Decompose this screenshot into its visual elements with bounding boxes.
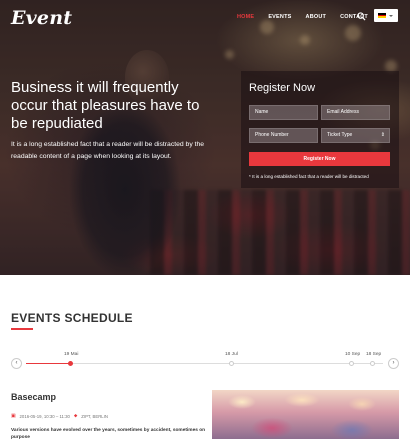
event-image[interactable]: [212, 390, 399, 439]
name-field[interactable]: Name: [249, 105, 318, 120]
calendar-icon: ▣: [11, 413, 16, 419]
timeline-label: 10 Sep: [345, 352, 361, 357]
register-note: * It is a long established fact that a r…: [249, 174, 369, 179]
register-title: Register Now: [249, 82, 316, 94]
title-underline: [11, 328, 33, 330]
timeline-dot[interactable]: [370, 361, 375, 366]
event-title[interactable]: Basecamp: [11, 392, 56, 402]
search-icon[interactable]: [357, 12, 366, 21]
event-location: ZIPT, BERLIN: [81, 413, 108, 419]
email-field[interactable]: Email Address: [321, 105, 390, 120]
timeline-label: 19 Mai: [64, 352, 79, 357]
timeline-progress: [26, 363, 71, 364]
phone-field[interactable]: Phone Number: [249, 128, 318, 143]
nav-home[interactable]: HOME: [237, 14, 254, 20]
event-datetime: 2016-05-19, 10:30 – 11:30: [19, 413, 70, 419]
chevron-down-icon: [389, 14, 393, 17]
chevron-right-icon[interactable]: ›: [388, 358, 399, 369]
location-pin-icon: ⬥: [73, 414, 78, 419]
timeline-label: 18 Sep: [366, 352, 382, 357]
nav-about[interactable]: ABOUT: [306, 14, 327, 20]
hero-description: It is a long established fact that a rea…: [11, 141, 205, 160]
register-form: Register Now Name Email Address Phone Nu…: [241, 71, 399, 188]
nav-events[interactable]: EVENTS: [268, 14, 291, 20]
timeline-label: 18 Jul: [225, 352, 238, 357]
timeline-track: [26, 363, 383, 364]
german-flag-icon: [378, 13, 386, 19]
register-button[interactable]: Register Now: [249, 152, 390, 166]
event-meta: ▣ 2016-05-19, 10:30 – 11:30 ⬥ ZIPT, BERL…: [11, 413, 108, 420]
chevron-left-icon[interactable]: ‹: [11, 358, 22, 369]
timeline-dot[interactable]: [349, 361, 354, 366]
schedule-title: EVENTS SCHEDULE: [11, 311, 133, 325]
event-description: Various versions have evolved over the y…: [11, 428, 206, 439]
timeline-dot[interactable]: [229, 361, 234, 366]
hero-title: Business it will frequently occur that p…: [11, 79, 200, 132]
select-arrows-icon: ⇕: [380, 132, 385, 138]
logo[interactable]: Event: [11, 7, 72, 29]
ticket-type-select[interactable]: Ticket Type ⇕: [321, 128, 390, 143]
language-selector[interactable]: [374, 9, 398, 22]
timeline-dot[interactable]: [68, 361, 73, 366]
